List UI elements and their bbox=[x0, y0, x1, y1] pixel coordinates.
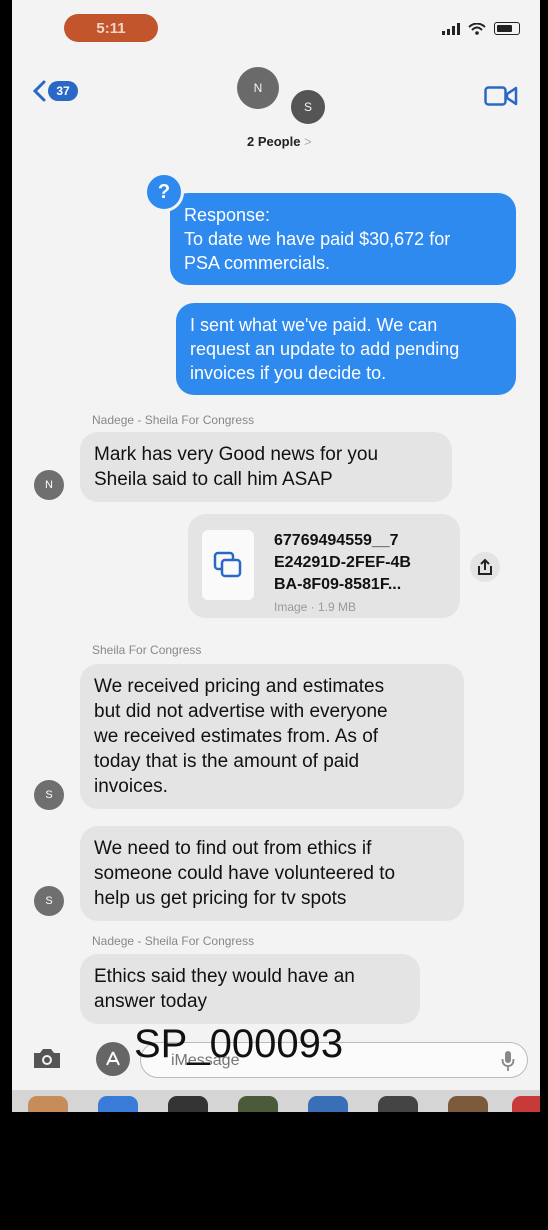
filename-line: BA-8F09-8581F... bbox=[274, 576, 402, 593]
camera-icon[interactable] bbox=[32, 1046, 62, 1070]
message-line: Sheila said to call him ASAP bbox=[94, 469, 333, 490]
message-line: someone could have volunteered to bbox=[94, 863, 396, 884]
message-line: We need to find out from ethics if bbox=[94, 838, 372, 859]
message-line: To date we have paid $30,672 for bbox=[184, 229, 451, 249]
sender-label: Nadege - Sheila For Congress bbox=[92, 413, 255, 427]
message-line: answer today bbox=[94, 991, 208, 1012]
incoming-message[interactable]: We need to find out from ethics if someo… bbox=[80, 826, 464, 921]
message-line: PSA commercials. bbox=[184, 253, 331, 273]
image-attachment[interactable]: 67769494559__7 E24291D-2FEF-4B BA-8F09-8… bbox=[188, 514, 460, 618]
question-reaction-icon[interactable]: ? bbox=[144, 172, 184, 212]
app-drawer-icon[interactable] bbox=[448, 1096, 488, 1112]
file-icon bbox=[202, 530, 254, 600]
chevron-left-icon bbox=[32, 80, 46, 102]
sender-label: Sheila For Congress bbox=[92, 643, 202, 657]
app-drawer-icon[interactable] bbox=[512, 1096, 540, 1112]
app-drawer-icon[interactable] bbox=[28, 1096, 68, 1112]
message-line: help us get pricing for tv spots bbox=[94, 888, 347, 909]
filename-line: 67769494559__7 bbox=[274, 532, 399, 549]
battery-icon bbox=[494, 22, 520, 35]
app-drawer-icon[interactable] bbox=[168, 1096, 208, 1112]
bates-stamp: SP_000093 bbox=[134, 1022, 344, 1066]
app-drawer-icon[interactable] bbox=[308, 1096, 348, 1112]
incoming-message[interactable]: We received pricing and estimates but di… bbox=[80, 664, 464, 809]
app-store-icon[interactable] bbox=[96, 1042, 130, 1076]
status-icons bbox=[442, 22, 520, 35]
incoming-message[interactable]: Ethics said they would have an answer to… bbox=[80, 954, 420, 1024]
unread-count-badge: 37 bbox=[48, 81, 78, 101]
message-line: Ethics said they would have an bbox=[94, 966, 355, 987]
share-icon[interactable] bbox=[470, 552, 500, 582]
message-line: We received pricing and estimates bbox=[94, 676, 385, 697]
avatar-s[interactable]: S bbox=[289, 88, 327, 126]
app-drawer-icon[interactable] bbox=[378, 1096, 418, 1112]
message-line: but did not advertise with everyone bbox=[94, 701, 388, 722]
message-line: invoices if you decide to. bbox=[190, 363, 387, 383]
signal-icon bbox=[442, 23, 460, 35]
outgoing-message[interactable]: Response: To date we have paid $30,672 f… bbox=[170, 193, 516, 285]
filename-line: E24291D-2FEF-4B bbox=[274, 554, 411, 571]
message-line: today that is the amount of paid bbox=[94, 751, 360, 772]
wifi-icon bbox=[468, 23, 486, 35]
message-line: we received estimates from. As of bbox=[94, 726, 379, 747]
attachment-meta: Image · 1.9 MB bbox=[274, 600, 357, 614]
app-drawer-icon[interactable] bbox=[238, 1096, 278, 1112]
message-line: request an update to add pending bbox=[190, 339, 460, 359]
sender-label: Nadege - Sheila For Congress bbox=[92, 934, 255, 948]
avatar-s[interactable]: S bbox=[34, 886, 64, 916]
messages-screen: 5:11 37 N S 2 People > Response: To date… bbox=[12, 0, 540, 1112]
avatar-n[interactable]: N bbox=[237, 67, 279, 109]
chevron-right-icon: > bbox=[304, 134, 312, 149]
redaction-bar bbox=[0, 1117, 548, 1230]
people-label-text: 2 People bbox=[247, 134, 301, 149]
app-drawer-icon[interactable] bbox=[98, 1096, 138, 1112]
microphone-icon[interactable] bbox=[501, 1050, 515, 1072]
status-time: 5:11 bbox=[64, 14, 158, 42]
group-people-label[interactable]: 2 People > bbox=[247, 134, 312, 149]
message-line: invoices. bbox=[94, 776, 168, 797]
back-button[interactable]: 37 bbox=[32, 80, 78, 102]
app-drawer-strip bbox=[12, 1090, 540, 1112]
avatar-n[interactable]: N bbox=[34, 470, 64, 500]
video-call-icon[interactable] bbox=[484, 84, 518, 108]
message-line: Response: bbox=[184, 205, 271, 225]
outgoing-message[interactable]: I sent what we've paid. We can request a… bbox=[176, 303, 516, 395]
message-line: I sent what we've paid. We can bbox=[190, 315, 438, 335]
message-line: Mark has very Good news for you bbox=[94, 444, 379, 465]
incoming-message[interactable]: Mark has very Good news for you Sheila s… bbox=[80, 432, 452, 502]
avatar-s[interactable]: S bbox=[34, 780, 64, 810]
attachment-filename: 67769494559__7 E24291D-2FEF-4B BA-8F09-8… bbox=[274, 530, 411, 596]
